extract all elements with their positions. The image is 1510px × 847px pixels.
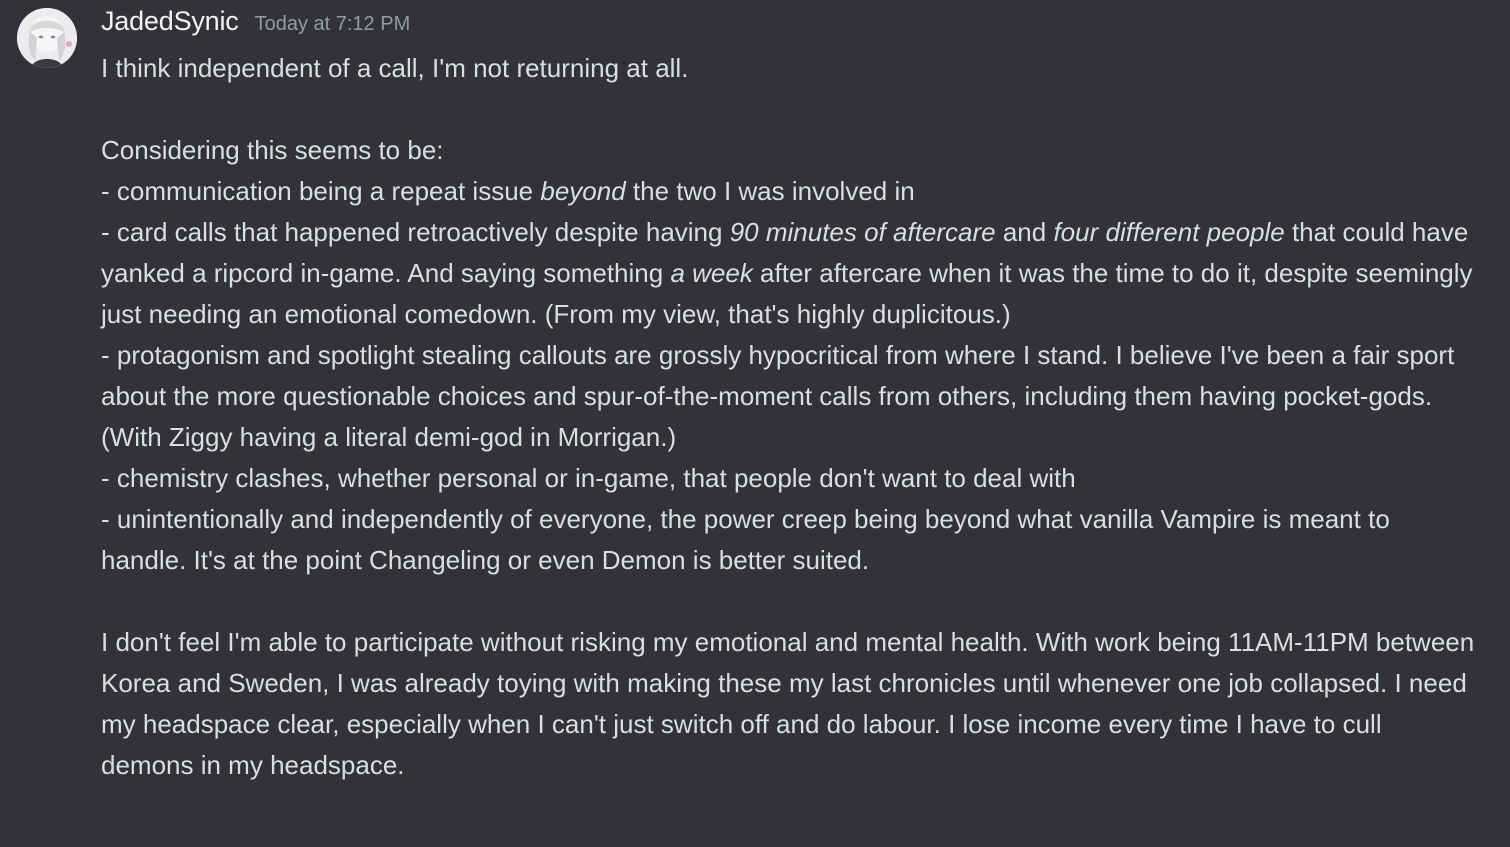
chat-message: JadedSynic Today at 7:12 PM I think inde… xyxy=(0,0,1510,847)
bullet-power-creep: - unintentionally and independently of e… xyxy=(101,504,1390,575)
username[interactable]: JadedSynic xyxy=(101,6,239,37)
bullet-chemistry: - chemistry clashes, whether personal or… xyxy=(101,463,1076,493)
user-avatar-icon[interactable] xyxy=(17,8,77,68)
bullet-card-calls: - card calls that happened retroactively… xyxy=(101,217,1473,329)
message-line-considering: Considering this seems to be: xyxy=(101,135,444,165)
message-line-intro: I think independent of a call, I'm not r… xyxy=(101,53,689,83)
bullet-protagonism: - protagonism and spotlight stealing cal… xyxy=(101,340,1455,452)
message-content: I think independent of a call, I'm not r… xyxy=(101,48,1481,786)
message-header: JadedSynic Today at 7:12 PM xyxy=(101,6,410,46)
message-closing: I don't feel I'm able to participate wit… xyxy=(101,627,1475,780)
bullet-communication: - communication being a repeat issue bey… xyxy=(101,176,915,206)
message-timestamp[interactable]: Today at 7:12 PM xyxy=(255,13,411,36)
